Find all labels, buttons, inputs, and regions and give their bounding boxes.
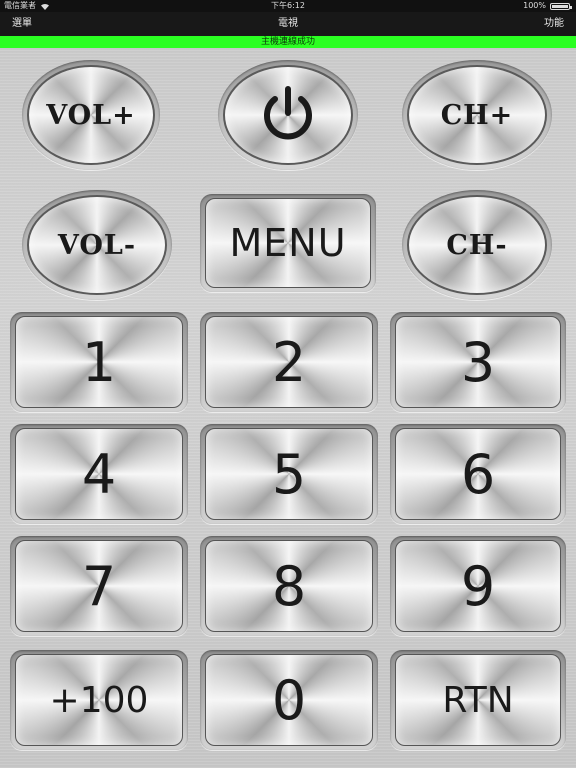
- plus100-button[interactable]: +100: [15, 654, 183, 746]
- num-4-button[interactable]: 4: [15, 428, 183, 520]
- num-2-well: 2: [200, 312, 378, 412]
- num-8-label: 8: [271, 554, 307, 618]
- num-9-label: 9: [460, 554, 496, 618]
- status-time: 下午6:12: [271, 1, 305, 10]
- num-0-button[interactable]: 0: [205, 654, 373, 746]
- num-7-label: 7: [81, 554, 117, 618]
- battery-icon: [550, 2, 572, 10]
- vol-down-label: VOL-: [57, 229, 137, 261]
- ch-down-button[interactable]: CH-: [407, 195, 547, 295]
- vol-down-button[interactable]: VOL-: [27, 195, 167, 295]
- ch-up-label: CH+: [440, 99, 514, 131]
- num-4-well: 4: [10, 424, 188, 524]
- num-1-label: 1: [81, 330, 117, 394]
- vol-down-well: VOL-: [22, 190, 172, 300]
- num-9-well: 9: [390, 536, 566, 636]
- num-2-label: 2: [271, 330, 307, 394]
- ch-up-well: CH+: [402, 60, 552, 170]
- num-5-well: 5: [200, 424, 378, 524]
- status-bar: 電信業者 下午6:12 100%: [0, 0, 576, 12]
- num-7-button[interactable]: 7: [15, 540, 183, 632]
- num-6-label: 6: [460, 442, 496, 506]
- num-1-well: 1: [10, 312, 188, 412]
- page-title: 電視: [278, 18, 298, 29]
- num-8-button[interactable]: 8: [205, 540, 373, 632]
- num-1-button[interactable]: 1: [15, 316, 183, 408]
- rtn-well: RTN: [390, 650, 566, 750]
- num-0-well: 0: [200, 650, 378, 750]
- menu-label: MENU: [229, 221, 347, 265]
- vol-up-well: VOL+: [22, 60, 160, 170]
- power-well: [218, 60, 358, 170]
- ch-up-button[interactable]: CH+: [407, 65, 547, 165]
- num-3-button[interactable]: 3: [395, 316, 561, 408]
- num-5-label: 5: [271, 442, 307, 506]
- nav-bar: 選單 電視 功能: [0, 12, 576, 36]
- num-9-button[interactable]: 9: [395, 540, 561, 632]
- num-3-well: 3: [390, 312, 566, 412]
- plus100-label: +100: [49, 679, 149, 721]
- vol-up-button[interactable]: VOL+: [27, 65, 155, 165]
- num-6-well: 6: [390, 424, 566, 524]
- ch-down-well: CH-: [402, 190, 552, 300]
- num-2-button[interactable]: 2: [205, 316, 373, 408]
- function-nav-button[interactable]: 功能: [544, 12, 564, 36]
- connection-status-bar: 主機連線成功: [0, 36, 576, 48]
- status-right: 100%: [523, 0, 572, 12]
- rtn-button[interactable]: RTN: [395, 654, 561, 746]
- num-3-label: 3: [460, 330, 496, 394]
- num-7-well: 7: [10, 536, 188, 636]
- battery-percent: 100%: [523, 1, 546, 10]
- power-icon: [258, 83, 318, 147]
- menu-button[interactable]: MENU: [205, 198, 371, 288]
- num-6-button[interactable]: 6: [395, 428, 561, 520]
- num-8-well: 8: [200, 536, 378, 636]
- ch-down-label: CH-: [446, 229, 508, 261]
- num-0-label: 0: [271, 668, 307, 732]
- plus100-well: +100: [10, 650, 188, 750]
- power-button[interactable]: [223, 65, 353, 165]
- menu-well: MENU: [200, 194, 376, 292]
- num-5-button[interactable]: 5: [205, 428, 373, 520]
- vol-up-label: VOL+: [46, 99, 136, 131]
- rtn-label: RTN: [442, 679, 514, 721]
- num-4-label: 4: [81, 442, 117, 506]
